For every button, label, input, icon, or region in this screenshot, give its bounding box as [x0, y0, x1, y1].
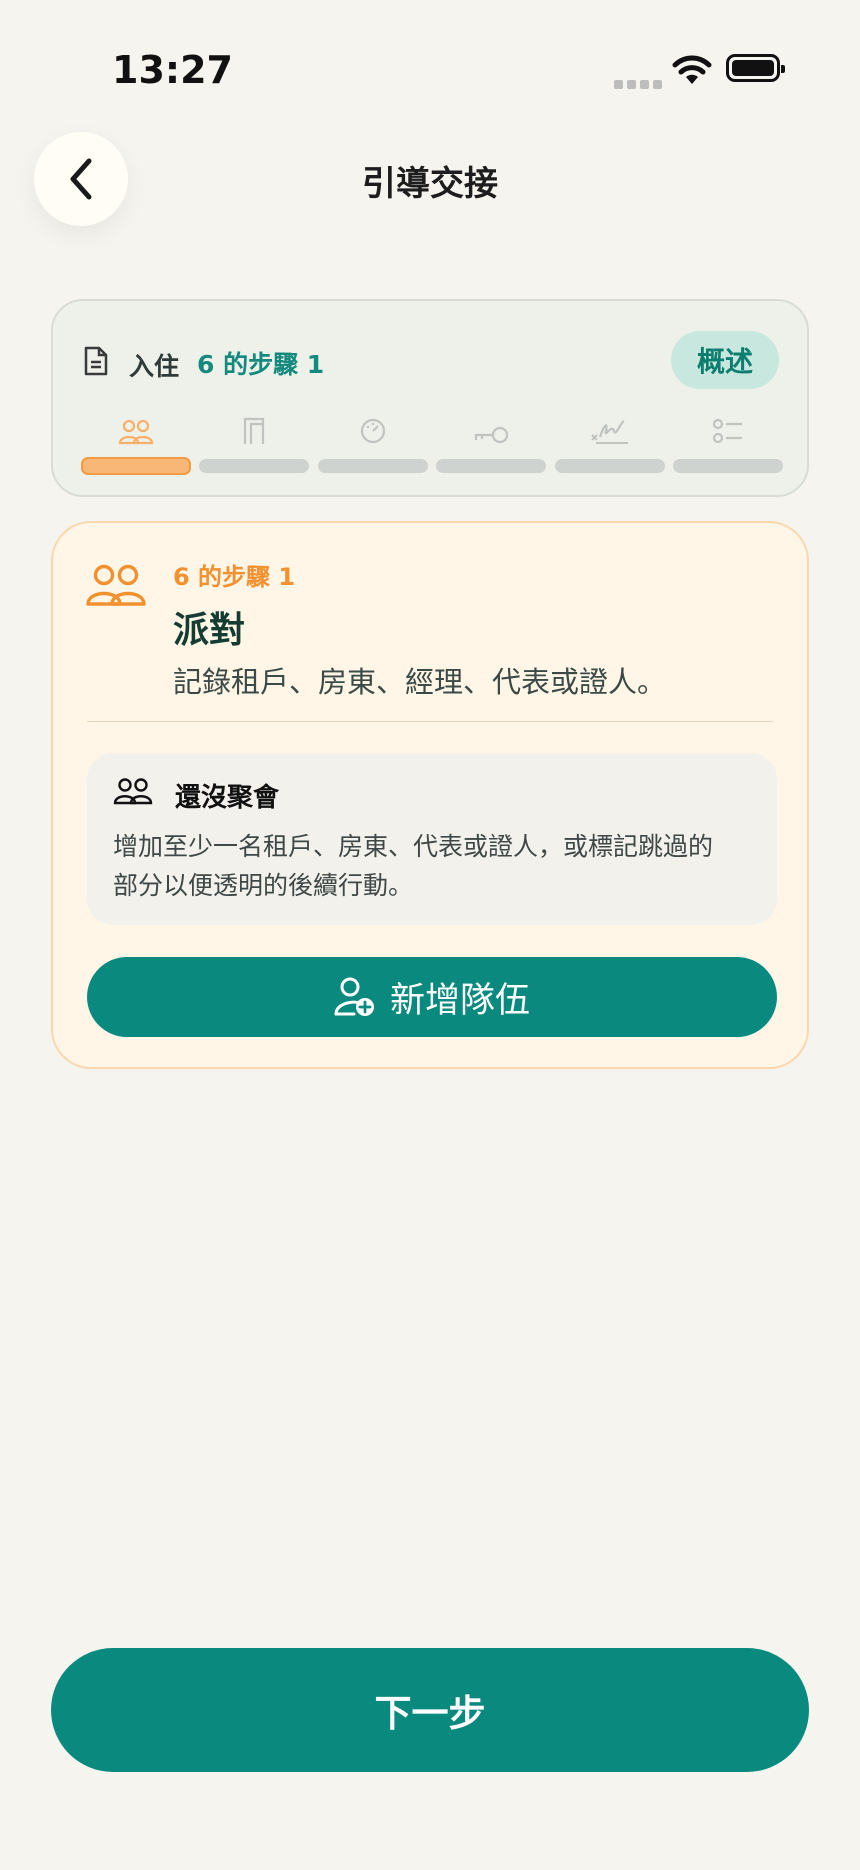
- step-6[interactable]: [672, 409, 783, 475]
- step-title: 派對: [173, 610, 246, 651]
- wifi-icon: [672, 54, 712, 90]
- step-4[interactable]: [436, 409, 547, 475]
- step-tracker: [81, 409, 783, 475]
- door-icon: [244, 417, 265, 444]
- step-progress-bar: [554, 459, 665, 473]
- flow-name: 入住: [129, 352, 180, 381]
- empty-state: 還沒聚會 增加至少一名租戶、房東、代表或證人，或標記跳過的部分以便透明的後續行動…: [87, 753, 777, 925]
- people-icon: [113, 778, 153, 805]
- checklist-icon: [712, 418, 742, 444]
- step-description: 記錄租戶、房東、經理、代表或證人。: [173, 665, 667, 699]
- step-card: 6 的步驟 1 派對 記錄租戶、房東、經理、代表或證人。 還沒聚會 增加至少一名…: [51, 521, 809, 1069]
- divider: [87, 721, 773, 722]
- battery-icon: [726, 54, 785, 82]
- key-icon: [475, 426, 509, 444]
- document-icon: [84, 346, 108, 376]
- step-progress-bar: [199, 459, 310, 473]
- step-count: 6 的步驟 1: [197, 350, 325, 379]
- step-2[interactable]: [199, 409, 310, 475]
- cellular-signal-icon: [614, 74, 666, 93]
- step-label: 6 的步驟 1: [173, 563, 296, 591]
- step-progress-bar: [672, 459, 783, 473]
- step-progress-bar: [81, 457, 191, 475]
- add-person-icon: [334, 977, 374, 1016]
- empty-state-text: 增加至少一名租戶、房東、代表或證人，或標記跳過的部分以便透明的後續行動。: [113, 832, 714, 900]
- empty-state-title: 還沒聚會: [175, 783, 280, 813]
- status-time: 13:27: [112, 48, 233, 92]
- step-1[interactable]: [81, 409, 191, 475]
- add-party-button[interactable]: 新增隊伍: [87, 957, 777, 1037]
- meter-icon: [360, 418, 385, 444]
- overview-button[interactable]: 概述: [671, 331, 779, 389]
- people-icon: [118, 419, 154, 445]
- progress-card: 入住 6 的步驟 1 概述: [51, 299, 809, 497]
- page-title: 引導交接: [362, 164, 498, 204]
- step-progress-bar: [317, 459, 428, 473]
- add-party-label: 新增隊伍: [389, 980, 530, 1021]
- people-icon: [86, 564, 146, 606]
- step-progress-bar: [436, 459, 547, 473]
- step-5[interactable]: [554, 409, 665, 475]
- signature-icon: [590, 420, 628, 444]
- next-button[interactable]: 下一步: [51, 1648, 809, 1772]
- step-3[interactable]: [317, 409, 428, 475]
- status-bar: 13:27: [0, 0, 860, 140]
